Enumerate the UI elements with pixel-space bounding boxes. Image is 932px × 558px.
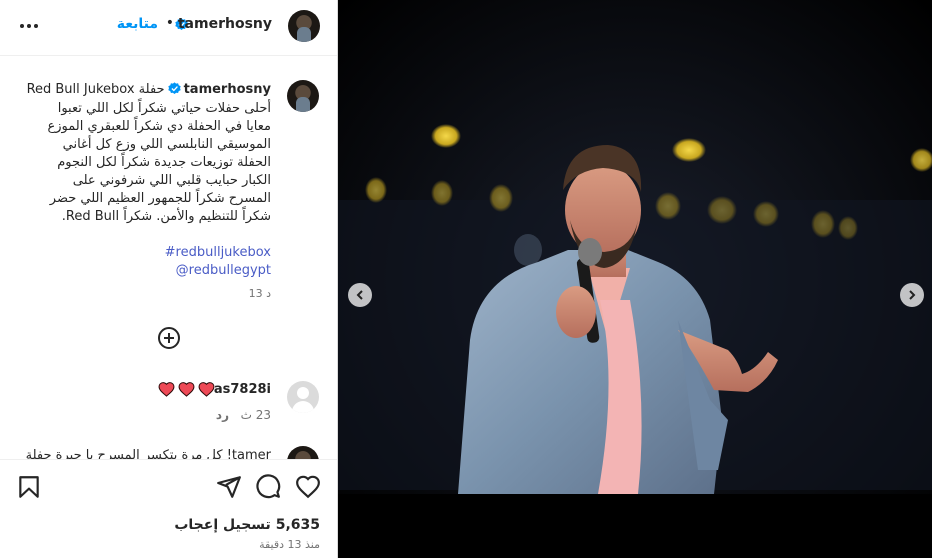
add-circle-icon[interactable] (157, 326, 181, 350)
next-image-button[interactable] (900, 283, 924, 307)
caption-text: أحلى حفلات حياتي شكراً لكل اللي تعبوا مع… (19, 100, 271, 226)
mention-link[interactable]: @redbullegypt (176, 263, 271, 278)
comment-icon[interactable] (255, 474, 281, 500)
heart-icon[interactable] (295, 474, 321, 500)
caption-header: tamerhosny حفلة Red Bull Jukebox (27, 82, 271, 97)
caption-line: معايا في الحفلة دي شكراً للعبقري الموزع (47, 119, 271, 134)
chevron-right-icon (909, 290, 916, 300)
post-actions-bar: 5,635 تسجيل إعجاب منذ 13 دقيقة (0, 459, 337, 558)
comment-time: 23 ث (240, 408, 271, 422)
comment-username[interactable]: as7828i (214, 382, 271, 397)
caption-username[interactable]: tamerhosny (184, 82, 271, 97)
follow-button[interactable]: متابعة (117, 16, 158, 32)
caption-line: الكبار حبايب قلبي اللي شرفوني على (72, 173, 271, 188)
header-avatar[interactable] (288, 10, 320, 42)
heart-icon (158, 382, 175, 397)
concert-photo (338, 0, 932, 558)
caption-title: حفلة Red Bull Jukebox (26, 82, 165, 97)
share-icon[interactable] (216, 474, 242, 500)
post-time: منذ 13 دقيقة (259, 538, 320, 551)
comment-avatar[interactable] (287, 381, 319, 413)
post-side-panel: متابعة • tamerhosny tamerhosny حفلة Red B… (0, 0, 338, 558)
bookmark-icon[interactable] (16, 474, 42, 500)
hashtag-link[interactable]: #redbulljukebox (165, 245, 271, 260)
caption-avatar[interactable] (287, 80, 319, 112)
heart-icon (198, 382, 215, 397)
heart-icon (178, 382, 195, 397)
caption-line: الحفلة توزيعات جديدة شكراً لكل النجوم (57, 155, 271, 170)
more-options-icon[interactable] (20, 19, 42, 33)
post-header: متابعة • tamerhosny (0, 0, 337, 56)
comment-emoji (158, 381, 215, 397)
header-separator: • (165, 15, 174, 31)
caption-line: أحلى حفلات حياتي شكراً لكل اللي تعبوا (57, 101, 271, 116)
likes-count[interactable]: 5,635 تسجيل إعجاب (174, 517, 320, 533)
caption-time: 13 د (248, 287, 271, 300)
caption-line: الموسيقي النابلسي اللي وزع كل أغاني (62, 137, 271, 152)
reply-button[interactable]: رد (216, 408, 229, 422)
caption-line: شكراً للتنظيم والأمن. شكراً Red Bull. (61, 209, 271, 224)
previous-image-button[interactable] (348, 283, 372, 307)
chevron-left-icon (356, 290, 363, 300)
instagram-post-view: متابعة • tamerhosny tamerhosny حفلة Red B… (0, 0, 932, 558)
caption-line: المسرح شكراً للجمهور العظيم اللي حضر (49, 191, 271, 206)
header-username[interactable]: tamerhosny (178, 16, 272, 32)
post-photo[interactable] (338, 0, 932, 558)
verified-badge-icon (167, 82, 181, 95)
